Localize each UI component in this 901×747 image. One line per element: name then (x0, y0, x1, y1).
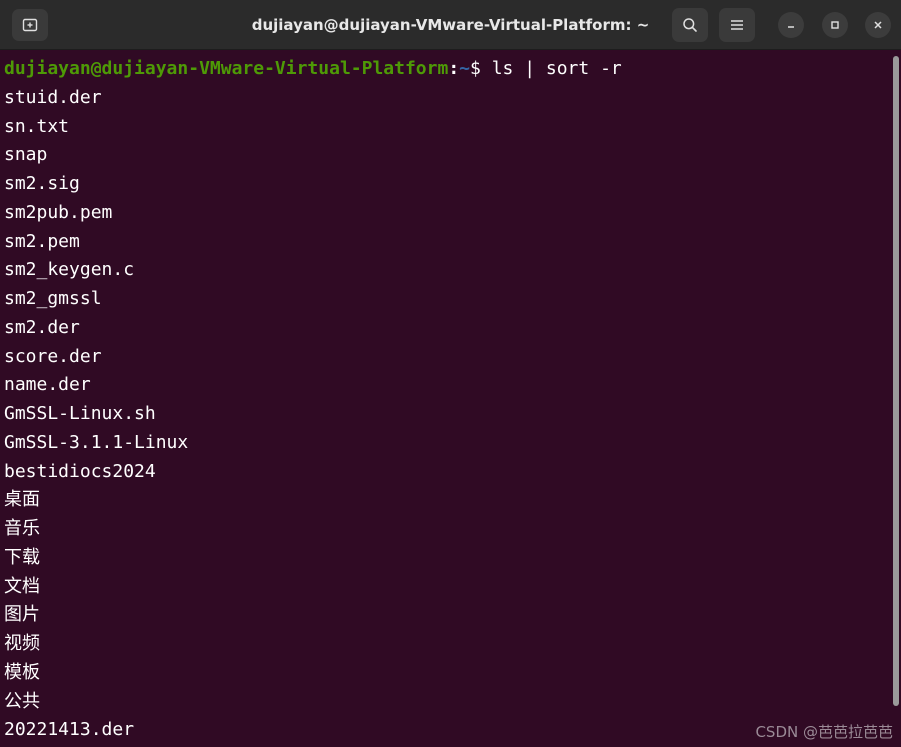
close-button[interactable] (865, 12, 891, 38)
output-line: sm2.der (4, 316, 80, 338)
output-line: sm2pub.pem (4, 201, 113, 223)
output-line: score.der (4, 345, 102, 367)
search-button[interactable] (672, 8, 708, 42)
output-line: 桌面 (4, 489, 40, 511)
terminal-output-area[interactable]: dujiayan@dujiayan-VMware-Virtual-Platfor… (0, 51, 893, 747)
hamburger-menu-icon (730, 18, 744, 32)
prompt-separator: : (448, 58, 460, 79)
prompt-symbol: $ (470, 58, 492, 79)
output-line: 音乐 (4, 518, 40, 539)
output-line: sm2.pem (4, 230, 80, 252)
terminal-window: dujiayan@dujiayan-VMware-Virtual-Platfor… (0, 0, 901, 747)
search-icon (682, 17, 698, 33)
output-line: name.der (4, 374, 91, 396)
output-line: GmSSL-3.1.1-Linux (4, 431, 189, 453)
menu-button[interactable] (719, 8, 755, 42)
output-line: bestidiocs2024 (4, 460, 156, 482)
command-prompt-line: dujiayan@dujiayan-VMware-Virtual-Platfor… (4, 55, 893, 84)
output-line: GmSSL-Linux.sh (4, 403, 156, 424)
prompt-command: ls | sort -r (491, 58, 622, 79)
prompt-path: ~ (459, 58, 471, 79)
output-line: sm2_gmssl (4, 288, 102, 309)
maximize-icon (830, 20, 840, 30)
output-line: sm2_keygen.c (4, 259, 135, 281)
output-line: 下载 (4, 546, 40, 568)
title-bar[interactable]: dujiayan@dujiayan-VMware-Virtual-Platfor… (0, 0, 901, 50)
close-icon (873, 20, 883, 30)
output-line: stuid.der (4, 86, 102, 108)
minimize-button[interactable] (778, 12, 804, 38)
maximize-button[interactable] (822, 12, 848, 38)
output-line: 图片 (4, 604, 40, 626)
output-line: 公共 (4, 690, 40, 712)
output-line: 模板 (4, 661, 40, 683)
output-line: 文档 (4, 575, 40, 597)
output-line: sm2.sig (4, 173, 80, 194)
watermark: CSDN @芭芭拉芭芭 (755, 723, 893, 741)
output-line: sn.txt (4, 115, 70, 137)
window-title: dujiayan@dujiayan-VMware-Virtual-Platfor… (251, 16, 650, 34)
minimize-icon (786, 20, 796, 30)
output-line: 视频 (4, 633, 40, 654)
prompt-user-host: dujiayan@dujiayan-VMware-Virtual-Platfor… (4, 58, 449, 79)
new-tab-button[interactable] (12, 9, 48, 41)
new-tab-icon (22, 17, 38, 33)
vertical-scrollbar[interactable] (893, 56, 899, 706)
output-line: snap (4, 144, 48, 166)
